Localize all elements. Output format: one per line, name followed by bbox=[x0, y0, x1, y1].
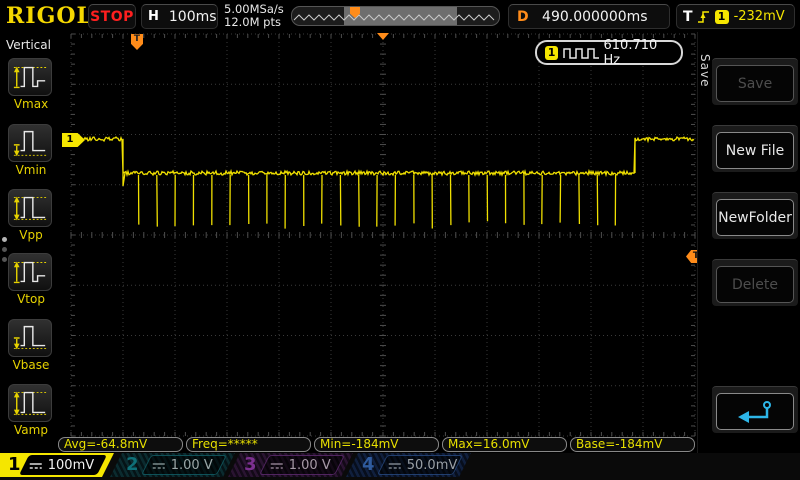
softkey-save: Save bbox=[712, 58, 798, 105]
measurement-results-bar: Avg=-64.8mV Freq=***** Min=-184mV Max=16… bbox=[57, 437, 697, 453]
menu-tab-save: Save bbox=[698, 54, 712, 87]
measurement-freq: Freq=***** bbox=[186, 437, 311, 452]
waveform-display: T 1 T 1 610.710 Hz bbox=[57, 32, 697, 453]
dc-coupling-icon bbox=[269, 460, 285, 470]
dc-coupling-icon bbox=[387, 460, 403, 470]
freq-counter-channel-badge: 1 bbox=[545, 46, 558, 60]
channel4-scale: 50.0mV bbox=[407, 458, 458, 473]
right-soft-menu: Save Save New File NewFolder Delete bbox=[697, 32, 800, 453]
measurement-min: Min=-184mV bbox=[314, 437, 439, 452]
softkey-new-file[interactable]: New File bbox=[712, 125, 798, 172]
dc-coupling-icon bbox=[28, 460, 44, 470]
softkey-new-folder[interactable]: NewFolder bbox=[712, 192, 798, 239]
oscilloscope-screen: RIGOL STOP H 100ms 5.00MSa/s 12.0M pts D… bbox=[0, 0, 800, 480]
freq-counter-value: 610.710 Hz bbox=[604, 38, 674, 68]
channel2-tag[interactable]: 2 1.00 V bbox=[110, 453, 235, 477]
softkey-back[interactable] bbox=[712, 386, 798, 433]
channel3-tag[interactable]: 3 1.00 V bbox=[228, 453, 353, 477]
channel1-tag[interactable]: 1 100mV bbox=[0, 453, 114, 477]
square-wave-icon bbox=[563, 46, 598, 60]
return-arrow-icon bbox=[735, 399, 775, 425]
softkey-delete: Delete bbox=[712, 259, 798, 306]
channel3-number: 3 bbox=[244, 453, 257, 477]
channel4-number: 4 bbox=[362, 453, 375, 477]
dc-coupling-icon bbox=[151, 460, 167, 470]
channel2-number: 2 bbox=[126, 453, 139, 477]
channel2-scale: 1.00 V bbox=[171, 458, 213, 473]
measurement-max: Max=16.0mV bbox=[442, 437, 567, 452]
measurement-avg: Avg=-64.8mV bbox=[58, 437, 183, 452]
measurement-base: Base=-184mV bbox=[570, 437, 695, 452]
channel3-scale: 1.00 V bbox=[289, 458, 331, 473]
channel1-scale: 100mV bbox=[48, 458, 94, 473]
graticule-and-trace bbox=[0, 0, 800, 480]
channel4-tag[interactable]: 4 50.0mV bbox=[346, 453, 471, 477]
frequency-counter: 1 610.710 Hz bbox=[535, 40, 683, 65]
delay-center-marker-icon bbox=[377, 33, 389, 40]
channel-status-bar: 1 100mV 2 1.00 V bbox=[0, 453, 800, 480]
channel1-number: 1 bbox=[8, 453, 21, 477]
